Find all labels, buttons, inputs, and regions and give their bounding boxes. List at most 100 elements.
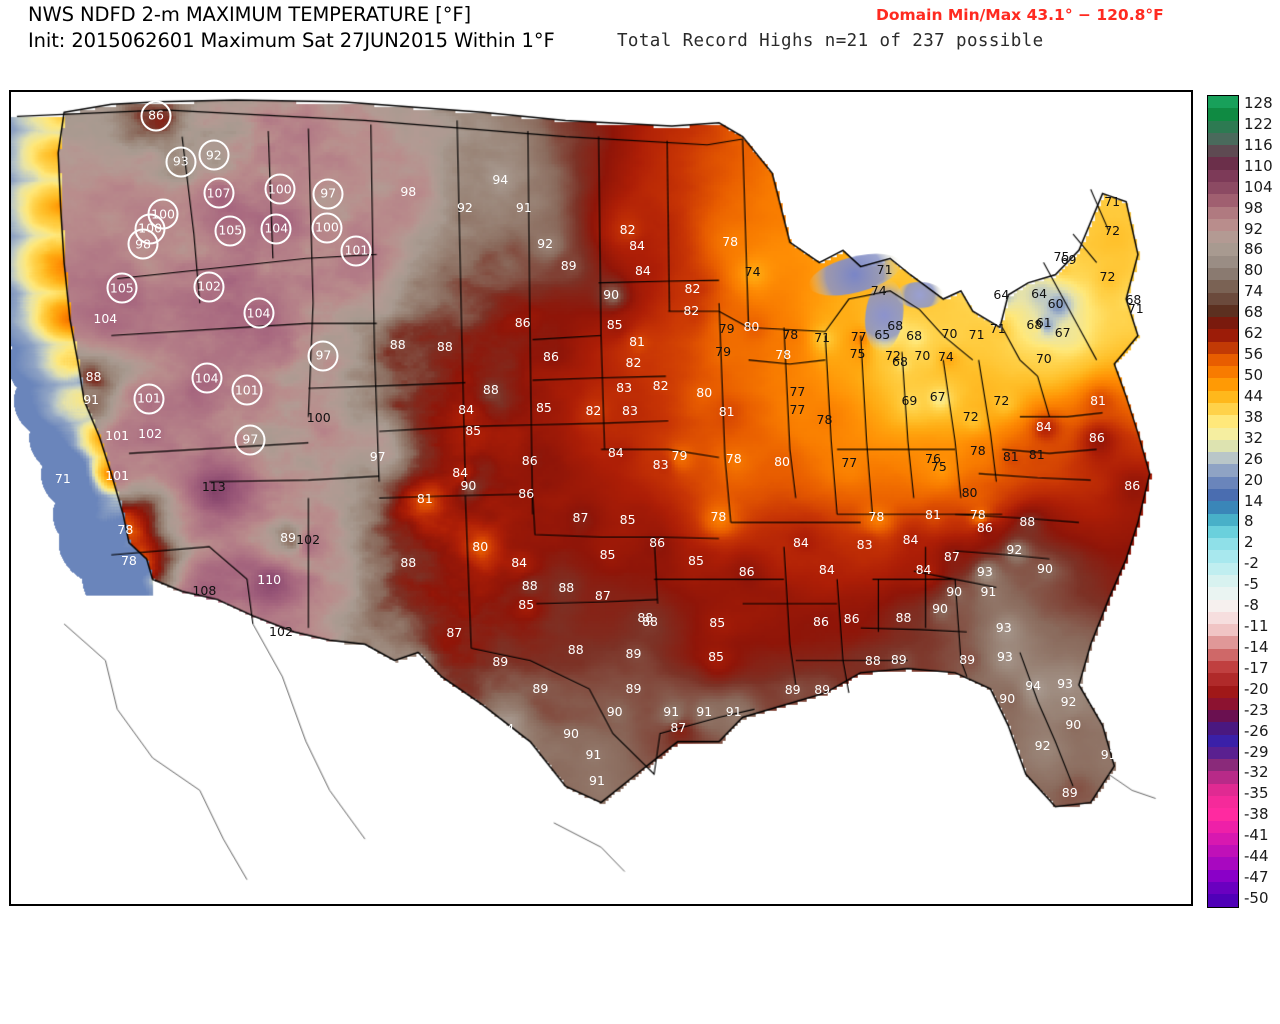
colorbar-segment <box>1208 587 1238 600</box>
colorbar-segment <box>1208 390 1238 404</box>
colorbar-segment <box>1208 857 1238 870</box>
domain-minmax-label: Domain Min/Max 43.1° − 120.8°F <box>876 6 1164 24</box>
colorbar-segment <box>1208 194 1238 207</box>
init-valid-line: Init: 2015062601 Maximum Sat 27JUN2015 W… <box>28 29 555 52</box>
colorbar-tick: 26 <box>1244 449 1264 468</box>
colorbar-segment <box>1208 722 1238 735</box>
colorbar-tick: 98 <box>1244 198 1264 217</box>
colorbar-tick: 2 <box>1244 533 1254 552</box>
colorbar-segment <box>1208 243 1238 256</box>
record-highs-label: Total Record Highs n=21 of 237 possible <box>617 31 1044 51</box>
colorbar-segment <box>1208 648 1238 661</box>
colorbar-segment <box>1208 145 1238 158</box>
colorbar-segment <box>1208 366 1238 379</box>
colorbar-segment <box>1208 439 1238 453</box>
colorbar-segment <box>1208 255 1238 268</box>
colorbar-segment <box>1208 501 1238 514</box>
colorbar-tick: 80 <box>1244 261 1264 280</box>
colorbar-tick: -2 <box>1244 554 1259 573</box>
colorbar-segment <box>1208 403 1238 416</box>
colorbar-segment <box>1208 759 1238 772</box>
colorbar-tick: 38 <box>1244 407 1264 426</box>
colorbar-segment <box>1208 869 1238 882</box>
colorbar-segment <box>1208 611 1238 625</box>
colorbar-segment <box>1208 476 1238 489</box>
page-title: NWS NDFD 2-m MAXIMUM TEMPERATURE [°F] <box>28 3 471 26</box>
colorbar-tick: 14 <box>1244 491 1264 510</box>
colorbar-segment <box>1208 734 1238 747</box>
colorbar-segment <box>1208 304 1238 318</box>
colorbar-segment <box>1208 464 1238 477</box>
colorbar-segment <box>1208 513 1238 526</box>
colorbar-segment <box>1208 796 1238 809</box>
colorbar-segment <box>1208 132 1238 146</box>
colorbar-tick: 116 <box>1244 135 1273 154</box>
colorbar-segment <box>1208 808 1238 821</box>
colorbar-tick: 44 <box>1244 386 1264 405</box>
colorbar-segment <box>1208 783 1238 797</box>
colorbar-segment <box>1208 415 1238 428</box>
colorbar-tick: -26 <box>1244 721 1269 740</box>
colorbar-segment <box>1208 120 1238 133</box>
colorbar-segment <box>1208 525 1238 539</box>
colorbar-tick: 56 <box>1244 345 1264 364</box>
colorbar-segment <box>1208 280 1238 293</box>
colorbar-segment <box>1208 685 1238 698</box>
map-header: NWS NDFD 2-m MAXIMUM TEMPERATURE [°F] In… <box>0 0 1280 86</box>
colorbar-tick: -41 <box>1244 826 1269 845</box>
colorbar-tick: -32 <box>1244 763 1269 782</box>
colorbar-tick: -23 <box>1244 700 1269 719</box>
colorbar-segment <box>1208 636 1238 649</box>
colorbar-segment <box>1208 562 1238 575</box>
colorbar-segment <box>1208 378 1238 391</box>
colorbar-segment <box>1208 710 1238 723</box>
colorbar-segment <box>1208 771 1238 784</box>
weather-map-page: NWS NDFD 2-m MAXIMUM TEMPERATURE [°F] In… <box>0 0 1280 1024</box>
colorbar-segment <box>1208 218 1238 232</box>
colorbar-tick: 68 <box>1244 303 1264 322</box>
colorbar-segment <box>1208 452 1238 465</box>
colorbar-tick: 122 <box>1244 114 1273 133</box>
colorbar-segment <box>1208 660 1238 674</box>
colorbar-segment <box>1208 267 1238 281</box>
colorbar-tick: 50 <box>1244 365 1264 384</box>
colorbar-segment <box>1208 624 1238 637</box>
colorbar-tick: 128 <box>1244 94 1273 112</box>
colorbar-segment <box>1208 317 1238 330</box>
colorbar-tick: 32 <box>1244 428 1264 447</box>
colorbar-segment <box>1208 845 1238 858</box>
colorbar-tick: 86 <box>1244 240 1264 259</box>
colorbar-tick: -17 <box>1244 658 1269 677</box>
colorbar-tick: 62 <box>1244 324 1264 343</box>
colorbar-segment <box>1208 538 1238 551</box>
colorbar-segment <box>1208 292 1238 305</box>
colorbar-segment <box>1208 206 1238 219</box>
colorbar-segment <box>1208 697 1238 711</box>
colorbar-segment <box>1208 329 1238 342</box>
temperature-raster <box>11 92 1191 904</box>
colorbar-segment <box>1208 550 1238 563</box>
colorbar-segment <box>1208 894 1238 907</box>
colorbar-segment <box>1208 231 1238 244</box>
colorbar-tick: -5 <box>1244 575 1259 594</box>
colorbar-tick: 8 <box>1244 512 1254 531</box>
colorbar-segment <box>1208 599 1238 612</box>
colorbar-segment <box>1208 96 1238 109</box>
colorbar-segment <box>1208 181 1238 195</box>
colorbar-segment <box>1208 746 1238 760</box>
map-frame[interactable]: 98 92 91 94 92 84 84 78 89 74 82 71 74 82 90 79 80 78 71 77… <box>9 90 1193 906</box>
colorbar-tick: -8 <box>1244 596 1259 615</box>
colorbar-segment <box>1208 427 1238 440</box>
colorbar-tick: 104 <box>1244 177 1273 196</box>
colorbar-tick: -47 <box>1244 868 1269 887</box>
colorbar-segment <box>1208 489 1238 502</box>
colorbar-segment <box>1208 882 1238 895</box>
colorbar-segment <box>1208 574 1238 588</box>
colorbar-segment <box>1208 353 1238 367</box>
colorbar-tick: -11 <box>1244 617 1269 636</box>
colorbar-tick: -38 <box>1244 805 1269 824</box>
colorbar-tick: 74 <box>1244 282 1264 301</box>
colorbar-tick: 20 <box>1244 470 1264 489</box>
colorbar-tick: 110 <box>1244 156 1273 175</box>
colorbar-segment <box>1208 108 1238 121</box>
